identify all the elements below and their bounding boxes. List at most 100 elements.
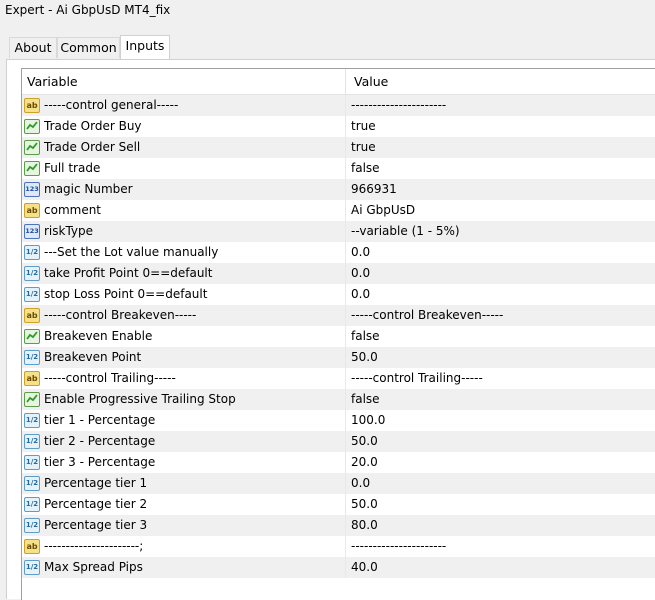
table-row[interactable]: 1/2 ---Set the Lot value manually 0.0 [22,242,655,263]
variable-name: Enable Progressive Trailing Stop [44,392,236,406]
variable-name: stop Loss Point 0==default [44,287,208,301]
variable-cell[interactable]: Breakeven Enable [22,326,346,347]
value-cell[interactable]: true [346,116,655,137]
value-cell[interactable]: ---------------------- [346,536,655,557]
value-cell[interactable]: 966931 [346,179,655,200]
variable-cell[interactable]: Trade Order Sell [22,137,346,158]
double-type-icon: 1/2 [24,413,40,428]
value-cell[interactable]: 0.0 [346,263,655,284]
inputs-panel: Variable Value ab -----control general---… [6,59,655,600]
variable-name: Trade Order Sell [44,140,141,154]
variable-cell[interactable]: ab ----------------------; [22,536,346,557]
variable-cell[interactable]: 1/2 Breakeven Point [22,347,346,368]
variable-cell[interactable]: 1/2 Percentage tier 2 [22,494,346,515]
variable-name: magic Number [44,182,133,196]
value-cell[interactable]: false [346,326,655,347]
double-type-icon: 1/2 [24,434,40,449]
value-cell[interactable]: 0.0 [346,473,655,494]
variable-cell[interactable]: Enable Progressive Trailing Stop [22,389,346,410]
table-row[interactable]: ab -----control Breakeven----- -----contro… [22,305,655,326]
table-row[interactable]: 1/2 tier 2 - Percentage 50.0 [22,431,655,452]
table-row[interactable]: Full trade false [22,158,655,179]
tab-common[interactable]: Common [57,37,120,58]
value-cell[interactable]: false [346,389,655,410]
variable-name: Percentage tier 2 [44,497,148,511]
variable-name: -----control Breakeven----- [44,308,197,322]
variable-name: Trade Order Buy [44,119,142,133]
table-row[interactable]: 1/2 take Profit Point 0==default 0.0 [22,263,655,284]
bool-type-icon [24,140,40,155]
variable-cell[interactable]: 123 magic Number [22,179,346,200]
variable-cell[interactable]: 1/2 Percentage tier 3 [22,515,346,536]
variable-cell[interactable]: ab -----control general----- [22,95,346,116]
variable-cell[interactable]: Full trade [22,158,346,179]
string-type-icon: ab [24,539,40,554]
table-row[interactable]: Breakeven Enable false [22,326,655,347]
table-body: ab -----control general----- -------------… [22,95,655,578]
table-row[interactable]: 1/2 Breakeven Point 50.0 [22,347,655,368]
tab-about[interactable]: About [9,37,57,58]
variable-name: Percentage tier 3 [44,518,148,532]
double-type-icon: 1/2 [24,560,40,575]
variable-cell[interactable]: ab comment [22,200,346,221]
variable-cell[interactable]: 1/2 take Profit Point 0==default [22,263,346,284]
value-cell[interactable]: -----control Trailing----- [346,368,655,389]
table-row[interactable]: ab ----------------------; ---------------… [22,536,655,557]
column-header-value[interactable]: Value [346,69,655,94]
variable-name: Percentage tier 1 [44,476,148,490]
value-cell[interactable]: 50.0 [346,347,655,368]
table-row[interactable]: 1/2 tier 1 - Percentage 100.0 [22,410,655,431]
value-cell[interactable]: 0.0 [346,242,655,263]
double-type-icon: 1/2 [24,287,40,302]
variable-cell[interactable]: 1/2 Max Spread Pips [22,557,346,578]
value-cell[interactable]: ---------------------- [346,95,655,116]
table-row[interactable]: ab -----control Trailing----- -----control… [22,368,655,389]
table-row[interactable]: 1/2 Percentage tier 3 80.0 [22,515,655,536]
table-row[interactable]: Trade Order Sell true [22,137,655,158]
tab-inputs[interactable]: Inputs [120,35,170,60]
value-cell[interactable]: 50.0 [346,494,655,515]
double-type-icon: 1/2 [24,350,40,365]
variable-name: tier 2 - Percentage [44,434,156,448]
tab-bar: About Common Inputs [0,35,655,60]
variable-cell[interactable]: ab -----control Breakeven----- [22,305,346,326]
variable-name: tier 3 - Percentage [44,455,156,469]
table-row[interactable]: 123 riskType --variable (1 - 5%) [22,221,655,242]
value-cell[interactable]: false [346,158,655,179]
string-type-icon: ab [24,98,40,113]
value-cell[interactable]: 20.0 [346,452,655,473]
variable-cell[interactable]: 1/2 tier 1 - Percentage [22,410,346,431]
double-type-icon: 1/2 [24,266,40,281]
string-type-icon: ab [24,203,40,218]
value-cell[interactable]: 50.0 [346,431,655,452]
variable-cell[interactable]: 123 riskType [22,221,346,242]
table-row[interactable]: Enable Progressive Trailing Stop false [22,389,655,410]
variable-cell[interactable]: 1/2 ---Set the Lot value manually [22,242,346,263]
value-cell[interactable]: Ai GbpUsD [346,200,655,221]
variable-cell[interactable]: 1/2 tier 2 - Percentage [22,431,346,452]
value-cell[interactable]: 0.0 [346,284,655,305]
table-row[interactable]: 1/2 Percentage tier 2 50.0 [22,494,655,515]
table-row[interactable]: Trade Order Buy true [22,116,655,137]
value-cell[interactable]: true [346,137,655,158]
value-cell[interactable]: -----control Breakeven----- [346,305,655,326]
value-cell[interactable]: 80.0 [346,515,655,536]
value-cell[interactable]: --variable (1 - 5%) [346,221,655,242]
table-row[interactable]: 1/2 tier 3 - Percentage 20.0 [22,452,655,473]
variable-cell[interactable]: 1/2 stop Loss Point 0==default [22,284,346,305]
table-row[interactable]: ab comment Ai GbpUsD [22,200,655,221]
variable-cell[interactable]: 1/2 tier 3 - Percentage [22,452,346,473]
variable-cell[interactable]: ab -----control Trailing----- [22,368,346,389]
variable-cell[interactable]: 1/2 Percentage tier 1 [22,473,346,494]
value-cell[interactable]: 100.0 [346,410,655,431]
table-row[interactable]: 123 magic Number 966931 [22,179,655,200]
variable-name: comment [44,203,102,217]
value-cell[interactable]: 40.0 [346,557,655,578]
double-type-icon: 1/2 [24,245,40,260]
table-row[interactable]: 1/2 stop Loss Point 0==default 0.0 [22,284,655,305]
column-header-variable[interactable]: Variable [22,69,346,94]
table-row[interactable]: 1/2 Max Spread Pips 40.0 [22,557,655,578]
table-row[interactable]: 1/2 Percentage tier 1 0.0 [22,473,655,494]
variable-cell[interactable]: Trade Order Buy [22,116,346,137]
table-row[interactable]: ab -----control general----- -------------… [22,95,655,116]
